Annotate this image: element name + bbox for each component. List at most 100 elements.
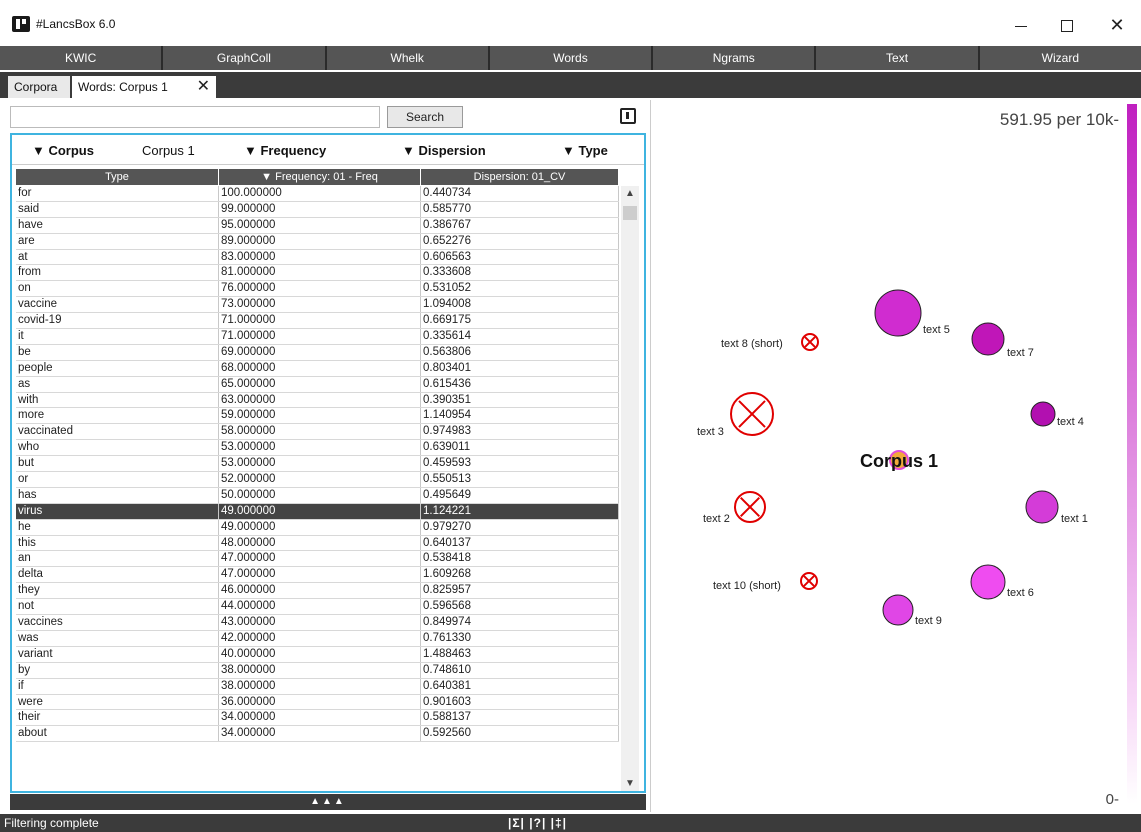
status-text: Filtering complete <box>4 816 99 830</box>
plot-node[interactable]: text 8 (short) <box>721 333 819 351</box>
type-filter[interactable]: ▼ Type <box>562 143 608 158</box>
plot-node[interactable]: text 5 <box>874 289 950 337</box>
table-row[interactable]: be 69.000000 0.563806 <box>16 344 619 361</box>
cell-frequency: 38.000000 <box>219 678 421 694</box>
column-header-frequency[interactable]: ▼ Frequency: 01 - Freq <box>219 169 421 185</box>
search-button[interactable]: Search <box>387 106 463 128</box>
plot-node[interactable]: text 3 <box>697 392 774 438</box>
cell-frequency: 81.000000 <box>219 265 421 281</box>
table-row[interactable]: vaccines 43.000000 0.849974 <box>16 615 619 631</box>
cell-frequency: 52.000000 <box>219 472 421 487</box>
table-row[interactable]: if 38.000000 0.640381 <box>16 678 619 695</box>
table-row[interactable]: vaccinated 58.000000 0.974983 <box>16 424 619 441</box>
dispersion-filter[interactable]: ▼ Dispersion <box>402 143 486 158</box>
plot-node[interactable]: text 9 <box>882 594 942 627</box>
cell-frequency: 44.000000 <box>219 599 421 615</box>
table-row[interactable]: as 65.000000 0.615436 <box>16 376 619 393</box>
frequency-filter[interactable]: ▼ Frequency <box>244 143 326 158</box>
table-row[interactable]: people 68.000000 0.803401 <box>16 360 619 377</box>
table-row[interactable]: their 34.000000 0.588137 <box>16 710 619 727</box>
cell-dispersion: 0.531052 <box>421 281 619 297</box>
plot-node[interactable]: text 2 <box>703 491 766 525</box>
cell-frequency: 59.000000 <box>219 408 421 424</box>
table-row[interactable]: not 44.000000 0.596568 <box>16 599 619 616</box>
dispersion-plot[interactable]: text 5 text 7 text 8 (short) text 3 text 4 te… <box>651 100 1141 812</box>
table-row[interactable]: they 46.000000 0.825957 <box>16 583 619 600</box>
text-node-marker[interactable] <box>971 322 1005 356</box>
text-node-marker[interactable] <box>970 564 1006 600</box>
table-row[interactable]: this 48.000000 0.640137 <box>16 535 619 552</box>
cell-frequency: 100.000000 <box>219 186 421 201</box>
table-row[interactable]: it 71.000000 0.335614 <box>16 329 619 345</box>
status-tools[interactable]: |Σ| |?| |‡| <box>508 814 567 832</box>
table-row[interactable]: has 50.000000 0.495649 <box>16 487 619 504</box>
table-row[interactable]: were 36.000000 0.901603 <box>16 694 619 711</box>
plot-node-label: text 6 <box>1007 587 1034 599</box>
cell-dispersion: 0.901603 <box>421 694 619 710</box>
text-node-marker[interactable] <box>1030 401 1056 427</box>
cell-frequency: 63.000000 <box>219 392 421 408</box>
plot-node[interactable]: text 4 <box>1030 401 1084 428</box>
table-row[interactable]: vaccine 73.000000 1.094008 <box>16 297 619 314</box>
tab-corpora[interactable]: Corpora <box>8 76 70 98</box>
collapse-panel-button[interactable]: ▲▲▲ <box>10 794 646 810</box>
table-row[interactable]: more 59.000000 1.140954 <box>16 408 619 425</box>
table-row[interactable]: for 100.000000 0.440734 <box>16 186 619 202</box>
cell-dispersion: 0.849974 <box>421 615 619 630</box>
tab-words[interactable]: Words: Corpus 1 ✕ <box>72 76 216 98</box>
table-row[interactable]: on 76.000000 0.531052 <box>16 281 619 298</box>
cell-frequency: 73.000000 <box>219 297 421 313</box>
table-row[interactable]: are 89.000000 0.652276 <box>16 233 619 250</box>
table-row[interactable]: he 49.000000 0.979270 <box>16 519 619 536</box>
close-window-button[interactable]: ✕ <box>1094 10 1140 40</box>
table-row[interactable]: from 81.000000 0.333608 <box>16 265 619 282</box>
table-row[interactable]: said 99.000000 0.585770 <box>16 201 619 218</box>
plot-node[interactable]: text 7 <box>971 322 1034 359</box>
table-row[interactable]: at 83.000000 0.606563 <box>16 249 619 266</box>
table-scrollbar[interactable]: ▲ ▼ <box>621 186 639 791</box>
words-button[interactable]: Words <box>489 46 654 70</box>
cell-frequency: 42.000000 <box>219 630 421 646</box>
table-row[interactable]: have 95.000000 0.386767 <box>16 217 619 234</box>
whelk-button[interactable]: Whelk <box>326 46 490 70</box>
text-button[interactable]: Text <box>816 46 980 70</box>
ngrams-button[interactable]: Ngrams <box>653 46 817 70</box>
export-icon[interactable] <box>620 108 636 124</box>
cell-dispersion: 0.974983 <box>421 424 619 440</box>
plot-node[interactable]: text 6 <box>970 564 1034 600</box>
wizard-button[interactable]: Wizard <box>979 46 1141 70</box>
search-input[interactable] <box>10 106 380 128</box>
table-row[interactable]: was 42.000000 0.761330 <box>16 630 619 647</box>
table-row[interactable]: or 52.000000 0.550513 <box>16 472 619 488</box>
column-header-dispersion[interactable]: Dispersion: 01_CV <box>421 169 619 185</box>
scroll-down-icon[interactable]: ▼ <box>625 778 635 789</box>
text-node-marker[interactable] <box>882 594 914 626</box>
table-row[interactable]: an 47.000000 0.538418 <box>16 551 619 568</box>
table-row[interactable]: delta 47.000000 1.609268 <box>16 567 619 584</box>
table-row[interactable]: with 63.000000 0.390351 <box>16 392 619 409</box>
scroll-up-icon[interactable]: ▲ <box>625 188 635 199</box>
table-row[interactable]: about 34.000000 0.592560 <box>16 726 619 743</box>
close-tab-icon[interactable]: ✕ <box>197 76 210 98</box>
table-row[interactable]: but 53.000000 0.459593 <box>16 456 619 473</box>
column-header-type[interactable]: Type <box>16 169 219 185</box>
minimize-button[interactable] <box>998 10 1044 40</box>
cell-type: as <box>16 376 219 392</box>
table-row[interactable]: covid-19 71.000000 0.669175 <box>16 313 619 330</box>
text-node-marker[interactable] <box>1025 490 1059 524</box>
plot-node[interactable]: text 1 <box>1025 490 1088 525</box>
maximize-button[interactable] <box>1044 10 1090 40</box>
kwic-button[interactable]: KWIC <box>0 46 164 70</box>
table-row[interactable]: virus 49.000000 1.124221 <box>16 503 619 520</box>
cell-dispersion: 0.563806 <box>421 344 619 360</box>
cell-frequency: 48.000000 <box>219 535 421 551</box>
scrollbar-thumb[interactable] <box>623 206 637 220</box>
table-row[interactable]: by 38.000000 0.748610 <box>16 662 619 679</box>
table-row[interactable]: who 53.000000 0.639011 <box>16 440 619 457</box>
text-node-marker[interactable] <box>874 289 922 337</box>
table-row[interactable]: variant 40.000000 1.488463 <box>16 646 619 663</box>
corpus-filter[interactable]: ▼ Corpus <box>32 143 94 158</box>
graphcoll-button[interactable]: GraphColl <box>163 46 327 70</box>
plot-node[interactable]: text 10 (short) <box>713 572 818 592</box>
cell-dispersion: 0.495649 <box>421 487 619 503</box>
